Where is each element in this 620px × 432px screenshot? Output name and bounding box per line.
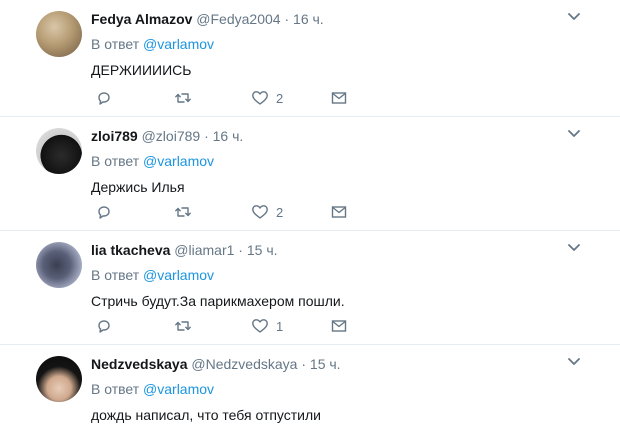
like-button[interactable]: 1 (251, 316, 283, 336)
tweet-header: Nedzvedskaya @Nedzvedskaya · 15 ч. (91, 355, 590, 373)
avatar[interactable] (36, 356, 82, 402)
timestamp[interactable]: 16 ч. (293, 11, 324, 27)
retweet-icon (175, 321, 191, 331)
user-handle[interactable]: @Fedya2004 (196, 11, 280, 27)
tweet-header: Fedya Almazov @Fedya2004 · 16 ч. (91, 10, 590, 28)
tweet-text: ДЕРЖИИИИСЬ (91, 62, 192, 78)
avatar[interactable] (36, 128, 82, 174)
reply-context: В ответ @varlamov (91, 35, 590, 53)
reply-context: В ответ @varlamov (91, 266, 590, 284)
tweet-item: Fedya Almazov @Fedya2004 · 16 ч. В ответ… (0, 0, 620, 117)
reply-button[interactable] (96, 202, 112, 222)
like-count: 2 (276, 90, 284, 106)
tweet-content: lia tkacheva @liamar1 · 15 ч. В ответ @v… (91, 241, 590, 310)
reply-icon (98, 92, 110, 105)
user-handle[interactable]: @liamar1 (174, 242, 234, 258)
chevron-down-icon[interactable] (568, 358, 580, 366)
avatar[interactable] (36, 242, 82, 288)
reply-context: В ответ @varlamov (91, 380, 590, 398)
retweet-button[interactable] (174, 316, 192, 336)
tweet-content: Nedzvedskaya @Nedzvedskaya · 15 ч. В отв… (91, 355, 590, 424)
tweet-header: lia tkacheva @liamar1 · 15 ч. (91, 241, 590, 259)
chevron-down-icon[interactable] (568, 13, 580, 21)
direct-message-icon (331, 206, 347, 218)
reply-context: В ответ @varlamov (91, 152, 590, 170)
reply-feed: Fedya Almazov @Fedya2004 · 16 ч. В ответ… (0, 0, 620, 432)
user-name[interactable]: Nedzvedskaya (91, 356, 188, 372)
tweet-item: zloi789 @zloi789 · 16 ч. В ответ @varlam… (0, 117, 620, 231)
mention-link[interactable]: @varlamov (143, 153, 214, 169)
timestamp[interactable]: 16 ч. (213, 128, 244, 144)
tweet-actions: 1 (96, 316, 356, 336)
reply-button[interactable] (96, 316, 112, 336)
tweet-text: дождь написал, что тебя отпустили (91, 407, 321, 423)
tweet-actions: 2 (96, 202, 356, 222)
reply-prefix: В ответ (91, 381, 140, 397)
direct-message-button[interactable] (331, 316, 347, 336)
retweet-button[interactable] (174, 88, 192, 108)
chevron-down-icon[interactable] (568, 244, 580, 252)
mention-link[interactable]: @varlamov (143, 381, 214, 397)
retweet-icon (175, 207, 191, 217)
tweet-content: zloi789 @zloi789 · 16 ч. В ответ @varlam… (91, 127, 590, 196)
reply-icon (98, 320, 110, 333)
retweet-button[interactable] (174, 202, 192, 222)
reply-button[interactable] (96, 88, 112, 108)
tweet-text: Держись Илья (91, 179, 185, 195)
retweet-icon (175, 93, 191, 103)
direct-message-button[interactable] (331, 88, 347, 108)
tweet-header: zloi789 @zloi789 · 16 ч. (91, 127, 590, 145)
separator: · (301, 356, 307, 372)
user-handle[interactable]: @zloi789 (142, 128, 201, 144)
reply-prefix: В ответ (91, 36, 140, 52)
mention-link[interactable]: @varlamov (143, 267, 214, 283)
avatar[interactable] (36, 11, 82, 57)
like-icon (252, 319, 268, 333)
like-count: 2 (276, 204, 284, 220)
like-count: 1 (276, 318, 284, 334)
separator: · (284, 11, 290, 27)
separator: · (238, 242, 243, 258)
user-name[interactable]: Fedya Almazov (91, 11, 192, 27)
mention-link[interactable]: @varlamov (143, 36, 214, 52)
like-button[interactable]: 2 (251, 202, 283, 222)
direct-message-icon (331, 92, 347, 104)
user-name[interactable]: zloi789 (91, 128, 138, 144)
timestamp[interactable]: 15 ч. (310, 356, 341, 372)
reply-prefix: В ответ (91, 267, 140, 283)
like-icon (252, 91, 268, 105)
tweet-actions: 2 (96, 88, 356, 108)
reply-icon (98, 206, 110, 219)
like-icon (252, 205, 268, 219)
user-handle[interactable]: @Nedzvedskaya (191, 356, 297, 372)
tweet-item: lia tkacheva @liamar1 · 15 ч. В ответ @v… (0, 231, 620, 345)
tweet-content: Fedya Almazov @Fedya2004 · 16 ч. В ответ… (91, 10, 590, 79)
like-button[interactable]: 2 (251, 88, 283, 108)
user-name[interactable]: lia tkacheva (91, 242, 170, 258)
direct-message-icon (331, 320, 347, 332)
direct-message-button[interactable] (331, 202, 347, 222)
separator: · (204, 128, 209, 144)
chevron-down-icon[interactable] (568, 130, 580, 138)
tweet-text: Стричь будут.За парикмахером пошли. (91, 293, 345, 309)
timestamp[interactable]: 15 ч. (247, 242, 278, 258)
reply-prefix: В ответ (91, 153, 140, 169)
tweet-item: Nedzvedskaya @Nedzvedskaya · 15 ч. В отв… (0, 345, 620, 432)
